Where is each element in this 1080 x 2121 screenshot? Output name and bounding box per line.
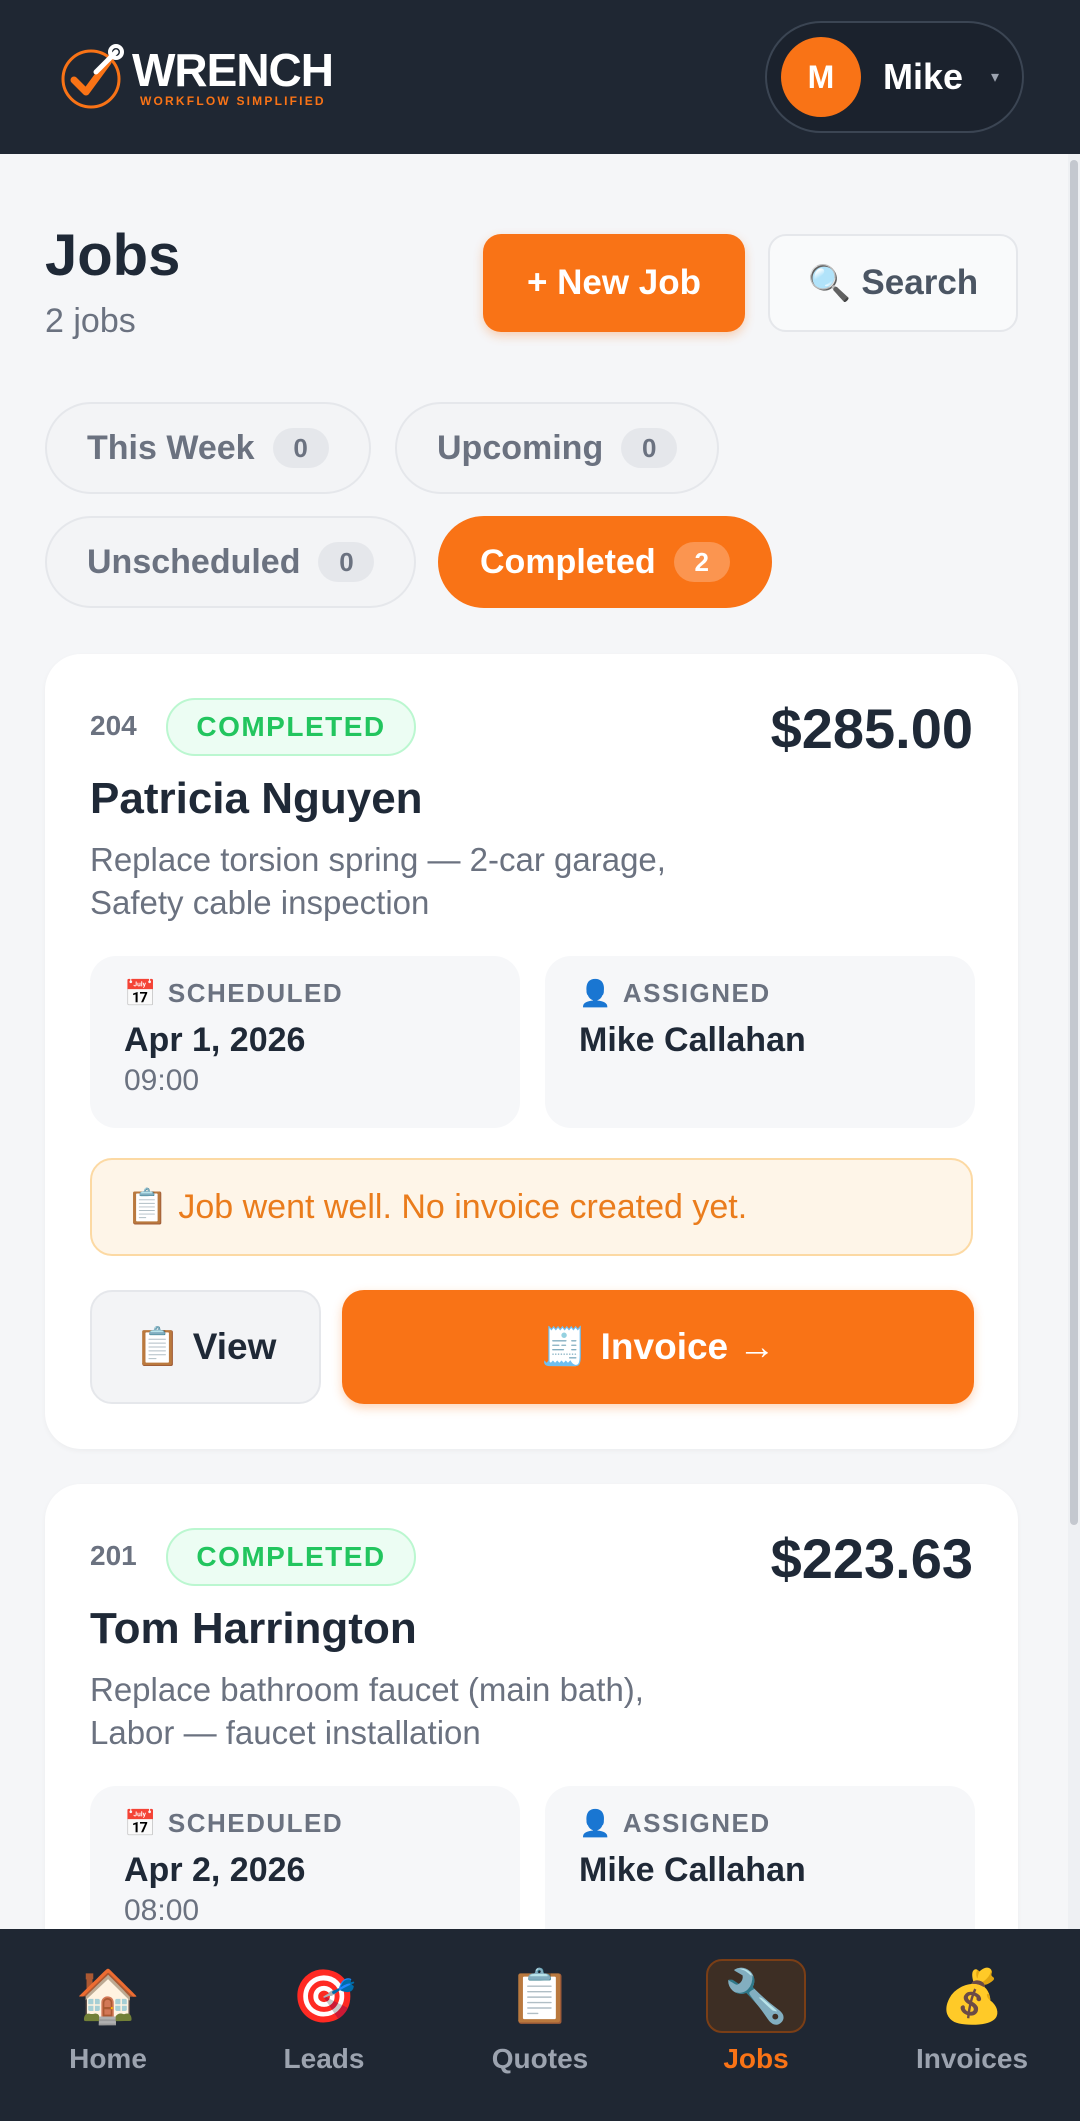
job-number: 201	[90, 1540, 137, 1571]
job-note-text: Job went well. No invoice created yet.	[178, 1187, 748, 1226]
filter-unscheduled[interactable]: Unscheduled 0	[45, 516, 417, 608]
search-button[interactable]: 🔍 Search	[768, 234, 1018, 332]
view-label: View	[192, 1326, 277, 1367]
brand-logo[interactable]: WRENCH WORKFLOW SIMPLIFIED	[56, 42, 334, 112]
status-badge: COMPLETED	[166, 698, 416, 756]
nav-label: Jobs	[723, 2043, 789, 2074]
calendar-icon: 📅	[124, 1808, 158, 1838]
user-name: Mike	[883, 56, 964, 97]
scheduled-label: SCHEDULED	[167, 1808, 344, 1838]
scrollbar-thumb[interactable]	[1070, 160, 1078, 1525]
customer-name: Tom Harrington	[90, 1604, 417, 1653]
search-icon: 🔍	[807, 263, 852, 303]
job-description-line: Labor — faucet installation	[90, 1714, 481, 1751]
job-description-line: Replace torsion spring — 2-car garage,	[90, 841, 666, 878]
job-count: 2 jobs	[45, 302, 136, 340]
assigned-name: Mike Callahan	[579, 1021, 806, 1059]
filter-count: 0	[318, 542, 375, 582]
scheduled-info: 📅 SCHEDULED Apr 1, 2026 09:00	[90, 956, 520, 1128]
nav-label: Leads	[283, 2043, 365, 2074]
page-title: Jobs	[45, 223, 181, 288]
brand-name: WRENCH	[132, 44, 334, 96]
scheduled-time: 08:00	[124, 1894, 200, 1927]
scheduled-date: Apr 2, 2026	[124, 1851, 306, 1889]
job-amount: $223.63	[770, 1527, 973, 1590]
assigned-name: Mike Callahan	[579, 1851, 806, 1889]
create-invoice-button[interactable]: 🧾 Invoice →	[342, 1290, 974, 1404]
person-icon: 👤	[579, 978, 613, 1008]
job-description-line: Replace bathroom faucet (main bath),	[90, 1671, 644, 1708]
filter-label: Completed	[480, 542, 656, 581]
nav-item-jobs[interactable]: 🔧 Jobs	[648, 1929, 864, 2121]
app-header: WRENCH WORKFLOW SIMPLIFIED M Mike ▾	[0, 0, 1080, 154]
nav-item-home[interactable]: 🏠 Home	[0, 1929, 216, 2121]
nav-item-invoices[interactable]: 💰 Invoices	[864, 1929, 1080, 2121]
job-description: Replace torsion spring — 2-car garage, S…	[90, 838, 730, 924]
filter-this-week[interactable]: This Week 0	[45, 402, 371, 494]
invoice-label: Invoice →	[600, 1326, 776, 1367]
filter-label: Upcoming	[437, 428, 604, 467]
filter-count: 0	[621, 428, 678, 468]
search-button-label: Search	[861, 263, 979, 302]
assigned-label: ASSIGNED	[622, 978, 771, 1008]
brand-tagline: WORKFLOW SIMPLIFIED	[140, 94, 326, 108]
customer-name: Patricia Nguyen	[90, 774, 423, 823]
status-badge: COMPLETED	[166, 1528, 416, 1586]
job-description-line: Safety cable inspection	[90, 884, 430, 921]
clipboard-icon: 📋	[126, 1188, 169, 1226]
nav-label: Invoices	[915, 2043, 1029, 2074]
nav-label: Home	[69, 2043, 147, 2074]
job-number: 204	[90, 710, 137, 741]
filter-label: This Week	[87, 428, 255, 467]
nav-item-leads[interactable]: 🎯 Leads	[216, 1929, 432, 2121]
job-card[interactable]: 201 COMPLETED $223.63 Tom Harrington Rep…	[45, 1484, 1018, 2004]
filter-completed[interactable]: Completed 2	[438, 516, 772, 608]
clipboard-icon: 📋	[134, 1325, 181, 1367]
chevron-down-icon: ▾	[991, 69, 1000, 86]
filter-count: 2	[673, 542, 730, 582]
filter-label: Unscheduled	[87, 542, 301, 581]
clipboard-icon: 📋	[507, 1967, 573, 2026]
job-description: Replace bathroom faucet (main bath), Lab…	[90, 1668, 730, 1754]
new-job-button[interactable]: + New Job	[483, 234, 745, 332]
job-amount: $285.00	[770, 697, 973, 760]
wrench-check-icon	[61, 44, 124, 109]
scheduled-label: SCHEDULED	[167, 978, 344, 1008]
view-job-button[interactable]: 📋 View	[90, 1290, 321, 1404]
assigned-info: 👤 ASSIGNED Mike Callahan	[545, 956, 975, 1128]
wrench-icon: 🔧	[706, 1959, 806, 2033]
scheduled-date: Apr 1, 2026	[124, 1021, 306, 1059]
target-icon: 🎯	[291, 1967, 357, 2026]
money-bag-icon: 💰	[939, 1967, 1005, 2026]
job-note: 📋 Job went well. No invoice created yet.	[90, 1158, 973, 1256]
calendar-icon: 📅	[124, 978, 158, 1008]
person-icon: 👤	[579, 1808, 613, 1838]
assigned-label: ASSIGNED	[622, 1808, 771, 1838]
filter-count: 0	[272, 428, 329, 468]
avatar: M	[781, 37, 861, 117]
bottom-nav: 🏠 Home 🎯 Leads 📋 Quotes 🔧 Jobs 💰 Invoice…	[0, 1929, 1080, 2121]
job-card[interactable]: 204 COMPLETED $285.00 Patricia Nguyen Re…	[45, 654, 1018, 1449]
receipt-icon: 🧾	[540, 1325, 587, 1367]
nav-item-quotes[interactable]: 📋 Quotes	[432, 1929, 648, 2121]
filter-upcoming[interactable]: Upcoming 0	[395, 402, 720, 494]
nav-label: Quotes	[491, 2043, 589, 2074]
user-menu-button[interactable]: M Mike ▾	[765, 21, 1024, 133]
home-icon: 🏠	[75, 1967, 141, 2026]
scheduled-time: 09:00	[124, 1064, 200, 1097]
